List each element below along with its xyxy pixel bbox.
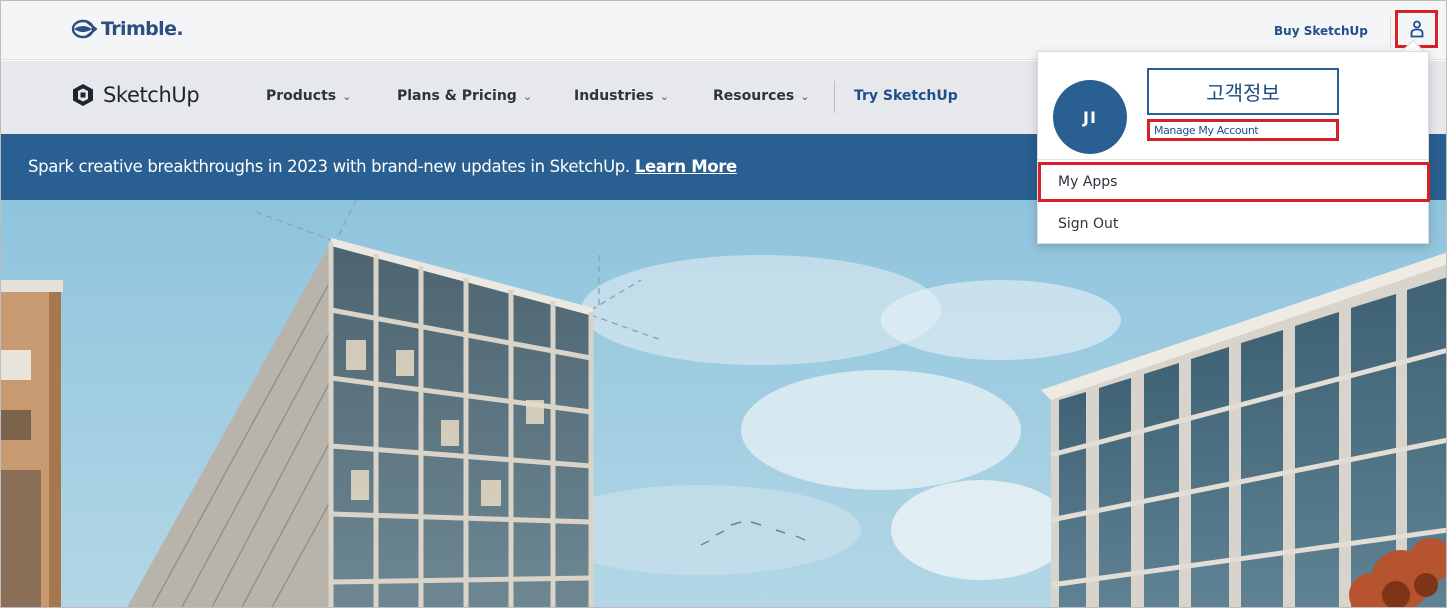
chevron-down-icon: ⌄ xyxy=(800,90,810,103)
chevron-down-icon: ⌄ xyxy=(659,90,669,103)
trimble-logo[interactable]: Trimble. xyxy=(71,18,184,40)
dropdown-divider xyxy=(1038,159,1428,160)
chevron-down-icon: ⌄ xyxy=(342,90,352,103)
nav-plans-pricing-label: Plans & Pricing xyxy=(397,88,517,104)
trimble-globe-icon xyxy=(71,19,97,39)
promo-text-line: Spark creative breakthroughs in 2023 wit… xyxy=(28,157,737,176)
sign-out-label: Sign Out xyxy=(1058,216,1119,232)
nav-industries-label: Industries xyxy=(574,88,654,104)
buy-sketchup-link[interactable]: Buy SketchUp xyxy=(1274,24,1368,38)
nav-industries[interactable]: Industries ⌄ xyxy=(574,88,669,104)
hero-building-illustration xyxy=(1,200,1446,607)
browser-viewport: Trimble. Buy SketchUp SketchUp Products ⌄… xyxy=(0,0,1447,608)
nav-products-label: Products xyxy=(266,88,337,104)
trimble-logo-text: Trimble. xyxy=(101,18,184,40)
user-icon xyxy=(1410,20,1423,38)
nav-resources[interactable]: Resources ⌄ xyxy=(713,88,809,104)
nav-plans-pricing[interactable]: Plans & Pricing ⌄ xyxy=(397,88,532,104)
nav-divider xyxy=(834,81,835,113)
sign-out-menu-item[interactable]: Sign Out xyxy=(1038,206,1428,242)
nav-products[interactable]: Products ⌄ xyxy=(266,88,351,104)
manage-account-label: Manage My Account xyxy=(1154,123,1259,137)
sketchup-logo[interactable]: SketchUp xyxy=(71,83,200,107)
my-apps-label: My Apps xyxy=(1058,174,1118,190)
hero-image xyxy=(1,200,1446,607)
my-apps-menu-item[interactable]: My Apps xyxy=(1038,162,1430,202)
customer-info-annotation: 고객정보 xyxy=(1147,68,1339,115)
manage-account-link[interactable]: Manage My Account xyxy=(1147,119,1339,141)
learn-more-link[interactable]: Learn More xyxy=(635,157,737,176)
nav-resources-label: Resources xyxy=(713,88,795,104)
try-sketchup-link[interactable]: Try SketchUp xyxy=(854,88,958,104)
account-dropdown: JI 고객정보 Manage My Account My Apps Sign O… xyxy=(1037,51,1430,244)
avatar: JI xyxy=(1053,80,1127,154)
chevron-down-icon: ⌄ xyxy=(522,90,533,103)
promo-message: Spark creative breakthroughs in 2023 wit… xyxy=(28,157,630,176)
top-bar-divider xyxy=(1390,15,1391,47)
sketchup-logo-icon xyxy=(73,84,93,106)
sketchup-logo-text: SketchUp xyxy=(103,83,200,107)
